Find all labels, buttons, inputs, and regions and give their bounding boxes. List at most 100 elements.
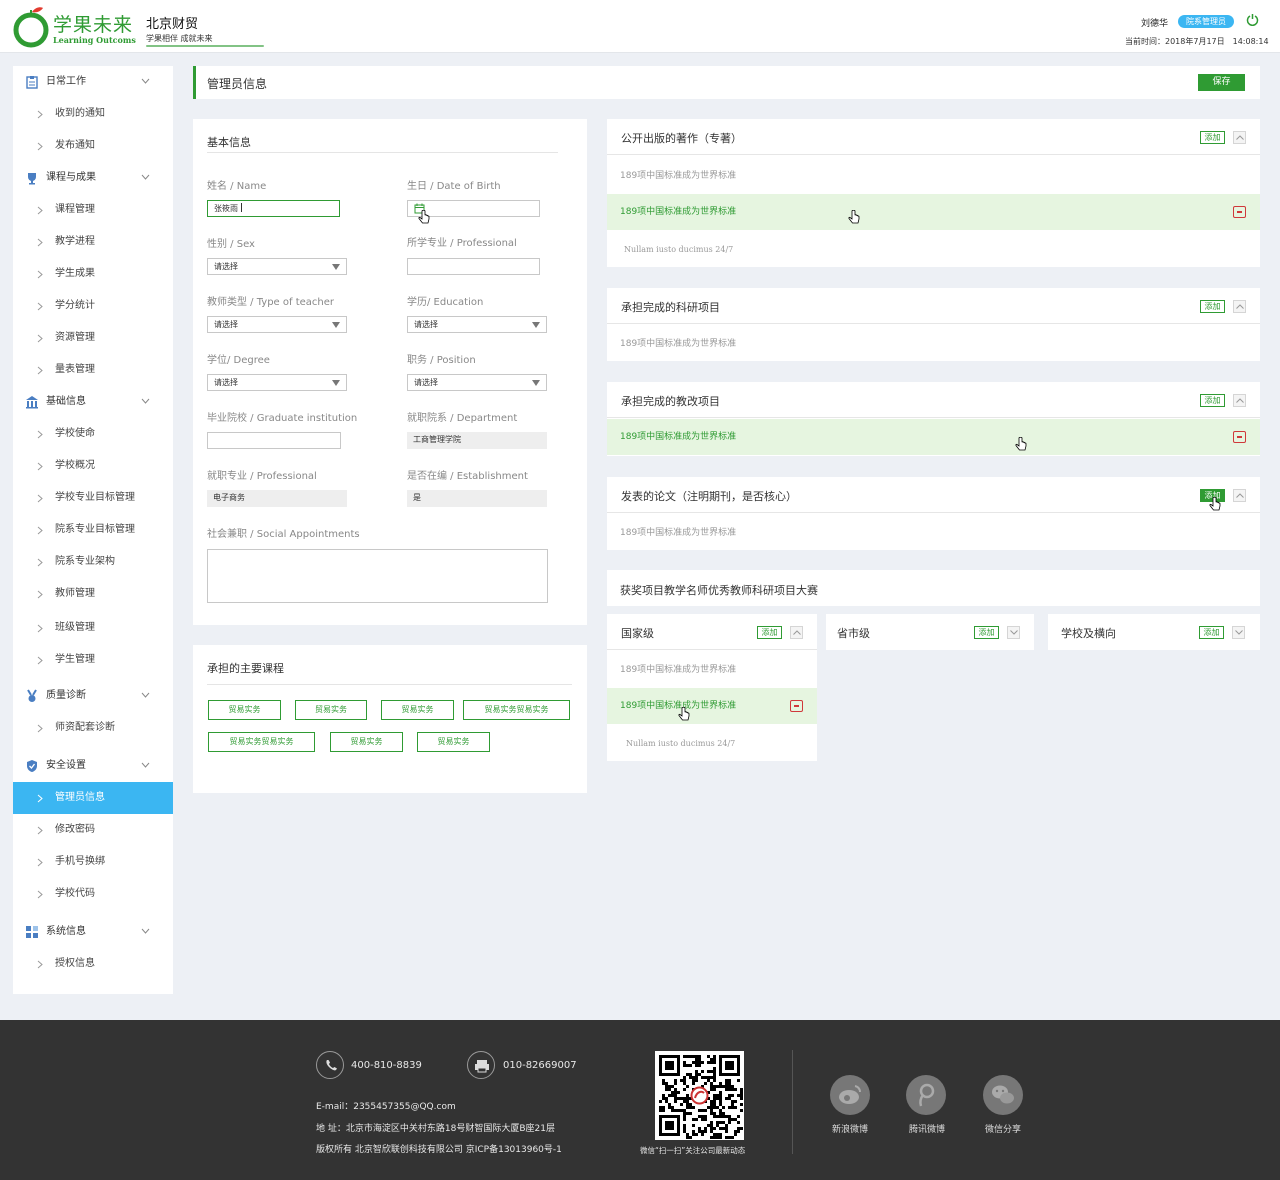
collapse-button[interactable]	[1233, 300, 1246, 313]
graduate-input[interactable]	[207, 432, 341, 449]
remove-icon[interactable]	[790, 700, 803, 712]
collapse-button[interactable]	[1233, 489, 1246, 502]
course-tag[interactable]: 贸易实务	[381, 700, 454, 720]
sidebar-item-faculty-diagnosis[interactable]: 师资配套诊断	[13, 712, 173, 744]
add-button[interactable]: 添加	[974, 626, 999, 639]
sidebar-item-label: 学校代码	[55, 888, 95, 899]
sidebar-item-teaching-progress[interactable]: 教学进程	[13, 226, 173, 258]
list-item[interactable]: 189项中国标准成为世界标准	[607, 419, 1260, 455]
add-button[interactable]: 添加	[1200, 131, 1225, 144]
list-item[interactable]: Nullam iusto ducimus 24/7	[607, 726, 817, 762]
sidebar-item-label: 学分统计	[55, 300, 95, 311]
chevron-right-icon	[37, 110, 43, 119]
sidebar-group-system[interactable]: 系统信息	[13, 916, 173, 948]
remove-icon[interactable]	[1233, 206, 1246, 218]
save-button[interactable]: 保存	[1198, 74, 1245, 91]
chevron-down-icon	[141, 762, 150, 768]
course-tag[interactable]: 贸易实务贸易实务	[208, 732, 315, 752]
chevron-right-icon	[37, 270, 43, 279]
sidebar-item-students[interactable]: 学生管理	[13, 644, 173, 676]
teacher-type-select[interactable]: 请选择	[207, 316, 347, 333]
divider	[207, 684, 572, 685]
add-button[interactable]: 添加	[1199, 626, 1224, 639]
sidebar-item-publish-notice[interactable]: 发布通知	[13, 130, 173, 162]
select-value: 请选择	[414, 320, 438, 329]
list-item[interactable]: 189项中国标准成为世界标准	[607, 326, 1260, 362]
sidebar-group-daily[interactable]: 日常工作	[13, 66, 173, 98]
sidebar-item-credit-stats[interactable]: 学分统计	[13, 290, 173, 322]
expand-button[interactable]	[1007, 626, 1020, 639]
list-item[interactable]: 189项中国标准成为世界标准	[607, 652, 817, 688]
course-tag[interactable]: 贸易实务贸易实务	[463, 700, 570, 720]
sidebar-item-student-results[interactable]: 学生成果	[13, 258, 173, 290]
degree-select[interactable]: 请选择	[207, 374, 347, 391]
dropdown-arrow-icon	[532, 322, 540, 328]
chevron-down-icon	[141, 928, 150, 934]
sidebar-item-school-code[interactable]: 学校代码	[13, 878, 173, 910]
sidebar-item-change-password[interactable]: 修改密码	[13, 814, 173, 846]
sidebar-item-rebind-phone[interactable]: 手机号换绑	[13, 846, 173, 878]
footer-divider	[792, 1050, 793, 1154]
section-title: 公开出版的著作（专著）	[621, 132, 742, 145]
collapse-button[interactable]	[790, 626, 803, 639]
course-tag[interactable]: 贸易实务	[295, 700, 367, 720]
tencent-weibo-icon[interactable]	[906, 1075, 946, 1115]
list-item[interactable]: 189项中国标准成为世界标准	[607, 158, 1260, 194]
list-item[interactable]: Nullam iusto ducimus 24/7	[607, 232, 1260, 268]
add-button[interactable]: 添加	[1200, 394, 1225, 407]
chevron-right-icon	[37, 724, 43, 733]
section-header: 承担完成的教改项目 添加	[607, 382, 1260, 418]
collapse-button[interactable]	[1233, 131, 1246, 144]
sidebar-item-admin-info[interactable]: 管理员信息	[13, 782, 173, 814]
course-tag[interactable]: 贸易实务	[417, 732, 490, 752]
major-input[interactable]	[407, 258, 540, 275]
sidebar-item-course-management[interactable]: 课程管理	[13, 194, 173, 226]
current-time: 当前时间：2018年7月17日 14:08:14	[1125, 37, 1269, 46]
sidebar-item-received-notices[interactable]: 收到的通知	[13, 98, 173, 130]
sidebar-item-scales[interactable]: 量表管理	[13, 354, 173, 386]
sex-select[interactable]: 请选择	[207, 258, 347, 275]
sidebar-group-basic-info[interactable]: 基础信息	[13, 386, 173, 418]
chevron-right-icon	[37, 238, 43, 247]
user-name[interactable]: 刘德华	[1141, 16, 1168, 29]
sidebar-group-security[interactable]: 安全设置	[13, 750, 173, 782]
sidebar-group-courses[interactable]: 课程与成果	[13, 162, 173, 194]
slogan: 学果相伴 成就未来	[146, 34, 213, 43]
sidebar-item-classes[interactable]: 班级管理	[13, 612, 173, 644]
list-item[interactable]: 189项中国标准成为世界标准	[607, 688, 817, 724]
job-major-field: 电子商务	[207, 490, 347, 507]
sidebar-item-school-mission[interactable]: 学校使命	[13, 418, 173, 450]
power-icon[interactable]	[1246, 13, 1259, 26]
position-select[interactable]: 请选择	[407, 374, 547, 391]
sidebar-group-quality[interactable]: 质量诊断	[13, 680, 173, 712]
education-select[interactable]: 请选择	[407, 316, 547, 333]
sidebar-item-label: 院系专业目标管理	[55, 524, 135, 535]
course-tag[interactable]: 贸易实务	[208, 700, 281, 720]
sidebar-item-dept-structure[interactable]: 院系专业架构	[13, 546, 173, 578]
weibo-icon[interactable]	[830, 1075, 870, 1115]
sidebar-item-license[interactable]: 授权信息	[13, 948, 173, 980]
remove-icon[interactable]	[1233, 431, 1246, 443]
award-level-school: 学校及横向 添加	[1048, 614, 1260, 650]
course-tag[interactable]: 贸易实务	[330, 732, 403, 752]
list-item[interactable]: 189项中国标准成为世界标准	[607, 515, 1260, 551]
apple-logo-icon	[13, 7, 49, 48]
collapse-button[interactable]	[1233, 394, 1246, 407]
wechat-icon[interactable]	[983, 1075, 1023, 1115]
sidebar-item-dept-major-goals[interactable]: 院系专业目标管理	[13, 514, 173, 546]
qr-code-image	[659, 1055, 743, 1139]
sidebar-item-resources[interactable]: 资源管理	[13, 322, 173, 354]
social-appointments-textarea[interactable]	[207, 549, 548, 603]
sidebar-item-label: 学生成果	[55, 268, 95, 279]
add-button[interactable]: 添加	[1200, 300, 1225, 313]
sidebar-item-school-major-goals[interactable]: 学校专业目标管理	[13, 482, 173, 514]
card-title: 承担的主要课程	[207, 662, 284, 675]
list-item[interactable]: 189项中国标准成为世界标准	[607, 194, 1260, 230]
list-item-text: 189项中国标准成为世界标准	[620, 665, 737, 675]
sidebar-item-school-overview[interactable]: 学校概况	[13, 450, 173, 482]
add-button[interactable]: 添加	[757, 626, 782, 639]
sidebar-item-teachers[interactable]: 教师管理	[13, 578, 173, 610]
expand-button[interactable]	[1232, 626, 1245, 639]
name-input[interactable]: 张筱雨	[207, 200, 340, 217]
hand-cursor-icon	[848, 210, 860, 224]
